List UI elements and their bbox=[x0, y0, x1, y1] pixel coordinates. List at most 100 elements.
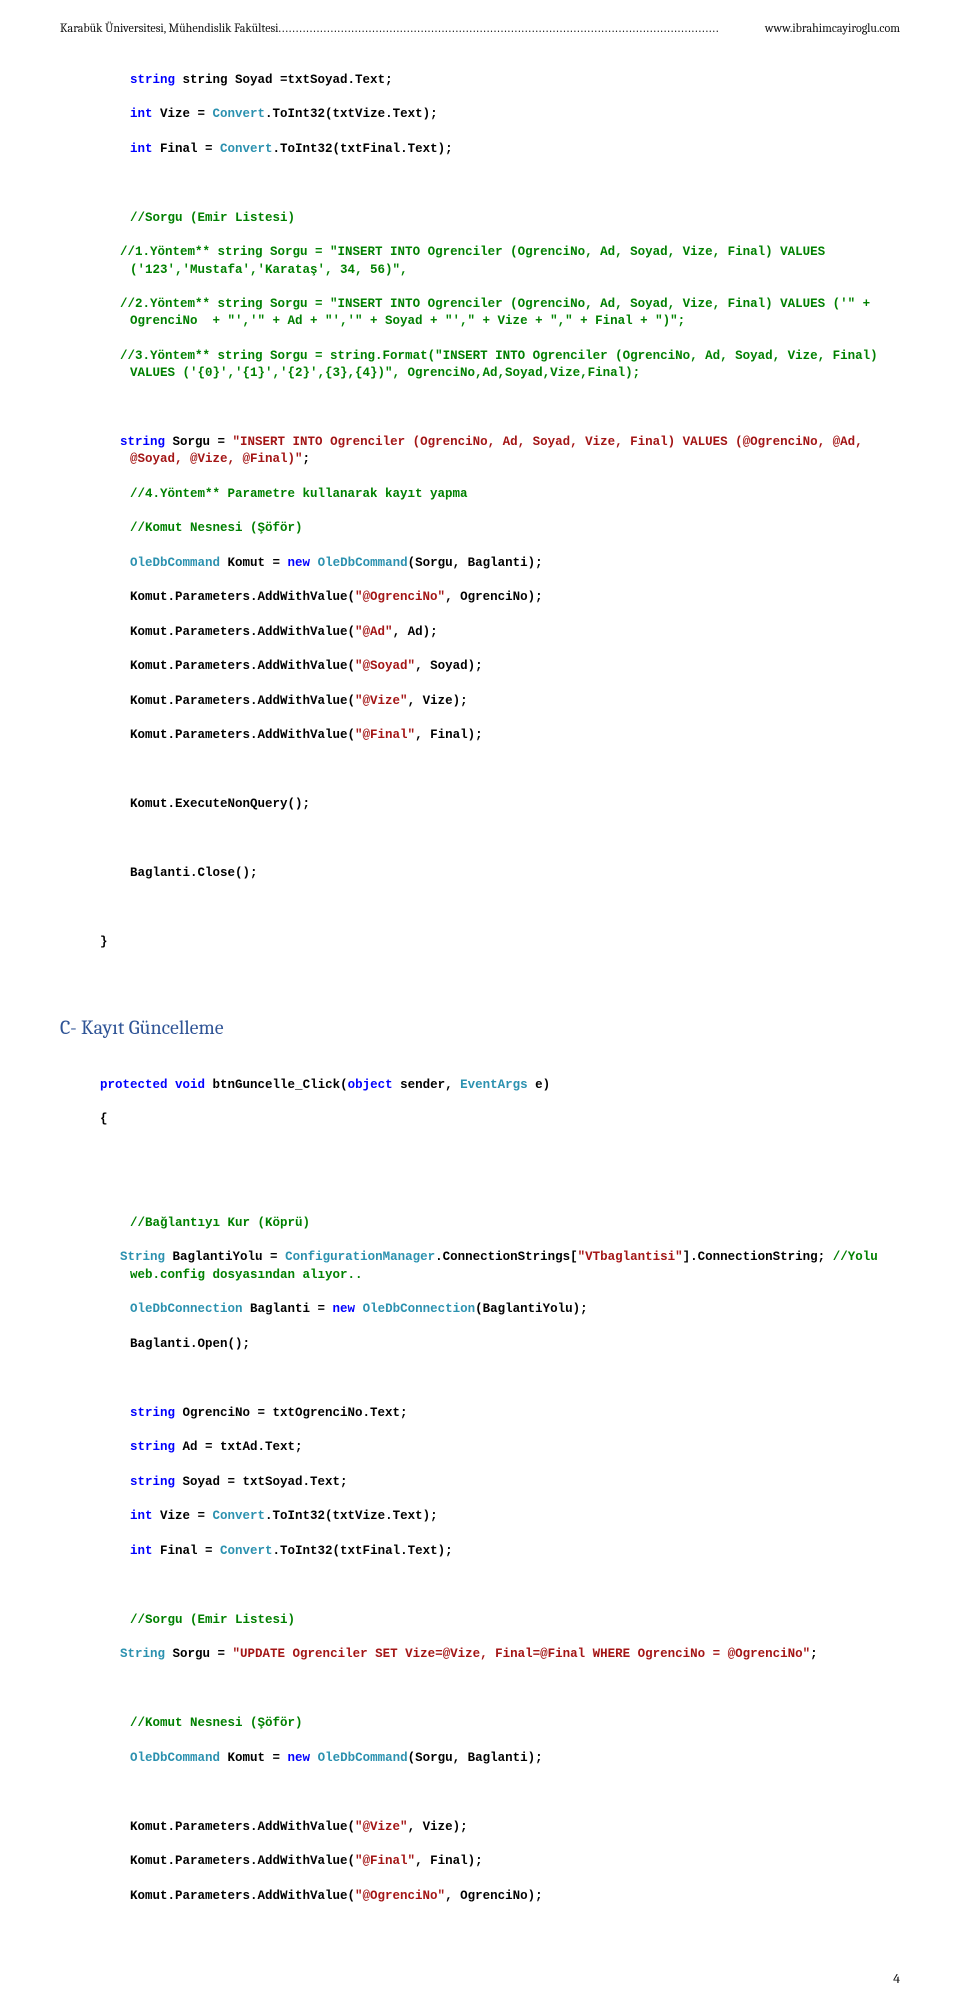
line: int bbox=[130, 1544, 153, 1558]
code-block-1: string string Soyad =txtSoyad.Text; int … bbox=[60, 55, 900, 987]
line: Komut.Parameters.AddWithValue( bbox=[130, 625, 355, 639]
line: (Sorgu, Baglanti); bbox=[408, 1751, 543, 1765]
line: { bbox=[100, 1112, 108, 1126]
line: Baglanti.Close(); bbox=[130, 866, 258, 880]
line: int bbox=[130, 1509, 153, 1523]
line: EventArgs bbox=[460, 1078, 528, 1092]
line: ].ConnectionString; bbox=[683, 1250, 833, 1264]
line: "@Final" bbox=[355, 728, 415, 742]
line-comment: //4.Yöntem** Parametre kullanarak kayıt … bbox=[130, 487, 468, 501]
line: Soyad = txtSoyad.Text; bbox=[175, 1475, 348, 1489]
line: string Soyad =txtSoyad.Text; bbox=[183, 73, 393, 87]
line: , Vize); bbox=[408, 694, 468, 708]
line: sender, bbox=[393, 1078, 461, 1092]
line: btnGuncelle_Click( bbox=[205, 1078, 348, 1092]
line: OleDbCommand bbox=[318, 1751, 408, 1765]
line-string: "INSERT INTO Ogrenciler (OgrenciNo, Ad, … bbox=[130, 435, 870, 466]
line: Komut.ExecuteNonQuery(); bbox=[130, 797, 310, 811]
header-dots: ........................................… bbox=[279, 20, 765, 37]
line-comment: //2.Yöntem** string Sorgu = "INSERT INTO… bbox=[120, 297, 878, 328]
line: , Vize); bbox=[408, 1820, 468, 1834]
line: ; bbox=[303, 452, 311, 466]
line: BaglantiYolu = bbox=[165, 1250, 285, 1264]
line: Ad = txtAd.Text; bbox=[175, 1440, 303, 1454]
line: OleDbCommand bbox=[318, 556, 408, 570]
line: new bbox=[333, 1302, 356, 1316]
line: OleDbCommand bbox=[130, 556, 220, 570]
line bbox=[168, 1078, 176, 1092]
line: ; bbox=[810, 1647, 818, 1661]
line: Komut.Parameters.AddWithValue( bbox=[130, 694, 355, 708]
line: String bbox=[120, 1647, 165, 1661]
line: Komut.Parameters.AddWithValue( bbox=[130, 590, 355, 604]
line: Convert bbox=[213, 1509, 266, 1523]
line: Final = bbox=[153, 1544, 221, 1558]
line: ConfigurationManager bbox=[285, 1250, 435, 1264]
line: , Final); bbox=[415, 728, 483, 742]
line: Komut = bbox=[220, 1751, 288, 1765]
line-comment: //Sorgu (Emir Listesi) bbox=[130, 211, 295, 225]
line: .ConnectionStrings[ bbox=[435, 1250, 578, 1264]
line: OleDbConnection bbox=[130, 1302, 243, 1316]
line: String bbox=[120, 1250, 165, 1264]
line: Baglanti = bbox=[243, 1302, 333, 1316]
line: OleDbConnection bbox=[363, 1302, 476, 1316]
line: "@OgrenciNo" bbox=[355, 590, 445, 604]
line: "@Final" bbox=[355, 1854, 415, 1868]
line: .ToInt32(txtVize.Text); bbox=[265, 107, 438, 121]
code-block-2: protected void btnGuncelle_Click(object … bbox=[60, 1060, 900, 1940]
line: .ToInt32(txtFinal.Text); bbox=[273, 142, 453, 156]
line: e) bbox=[528, 1078, 551, 1092]
line: , Final); bbox=[415, 1854, 483, 1868]
line-string: "UPDATE Ogrenciler SET Vize=@Vize, Final… bbox=[233, 1647, 811, 1661]
line: Convert bbox=[220, 142, 273, 156]
line: string bbox=[130, 1475, 175, 1489]
line: "@Vize" bbox=[355, 694, 408, 708]
line: "@Ad" bbox=[355, 625, 393, 639]
line: OgrenciNo = txtOgrenciNo.Text; bbox=[175, 1406, 408, 1420]
line: string bbox=[130, 1406, 175, 1420]
line: , OgrenciNo); bbox=[445, 590, 543, 604]
line: new bbox=[288, 556, 311, 570]
line: void bbox=[175, 1078, 205, 1092]
page: Karabük Üniversitesi, Mühendislik Fakült… bbox=[0, 0, 960, 2009]
line-comment: //3.Yöntem** string Sorgu = string.Forma… bbox=[120, 349, 885, 380]
line: Convert bbox=[213, 107, 266, 121]
line: Komut.Parameters.AddWithValue( bbox=[130, 728, 355, 742]
section-title: C- Kayıt Güncelleme bbox=[60, 1014, 900, 1042]
line: Komut = bbox=[220, 556, 288, 570]
line: } bbox=[100, 935, 108, 949]
line: Baglanti.Open(); bbox=[130, 1337, 250, 1351]
page-number: 4 bbox=[60, 1939, 900, 1988]
line-comment: //Bağlantıyı Kur (Köprü) bbox=[130, 1216, 310, 1230]
header-right: www.ibrahimcayiroglu.com bbox=[765, 20, 900, 37]
line: Komut.Parameters.AddWithValue( bbox=[130, 659, 355, 673]
line bbox=[355, 1302, 363, 1316]
line: Convert bbox=[220, 1544, 273, 1558]
line: Komut.Parameters.AddWithValue( bbox=[130, 1820, 355, 1834]
line bbox=[310, 556, 318, 570]
line: (BaglantiYolu); bbox=[475, 1302, 588, 1316]
line-comment: //Komut Nesnesi (Şöför) bbox=[130, 1716, 303, 1730]
line: Komut.Parameters.AddWithValue( bbox=[130, 1854, 355, 1868]
line: , Ad); bbox=[393, 625, 438, 639]
line: "@Vize" bbox=[355, 1820, 408, 1834]
line: string bbox=[130, 1440, 175, 1454]
line: (Sorgu, Baglanti); bbox=[408, 556, 543, 570]
line: , Soyad); bbox=[415, 659, 483, 673]
page-header: Karabük Üniversitesi, Mühendislik Fakült… bbox=[60, 20, 900, 37]
line bbox=[310, 1751, 318, 1765]
header-left: Karabük Üniversitesi, Mühendislik Fakült… bbox=[60, 20, 279, 37]
line: Komut.Parameters.AddWithValue( bbox=[130, 1889, 355, 1903]
line: Sorgu = bbox=[165, 1647, 233, 1661]
line: Vize = bbox=[153, 1509, 213, 1523]
line-comment: //1.Yöntem** string Sorgu = "INSERT INTO… bbox=[120, 245, 833, 276]
line: "VTbaglantisi" bbox=[578, 1250, 683, 1264]
line: new bbox=[288, 1751, 311, 1765]
line: .ToInt32(txtFinal.Text); bbox=[273, 1544, 453, 1558]
line-comment: //Sorgu (Emir Listesi) bbox=[130, 1613, 295, 1627]
line-comment: //Komut Nesnesi (Şöför) bbox=[130, 521, 303, 535]
line: "@Soyad" bbox=[355, 659, 415, 673]
line: protected bbox=[100, 1078, 168, 1092]
line: , OgrenciNo); bbox=[445, 1889, 543, 1903]
